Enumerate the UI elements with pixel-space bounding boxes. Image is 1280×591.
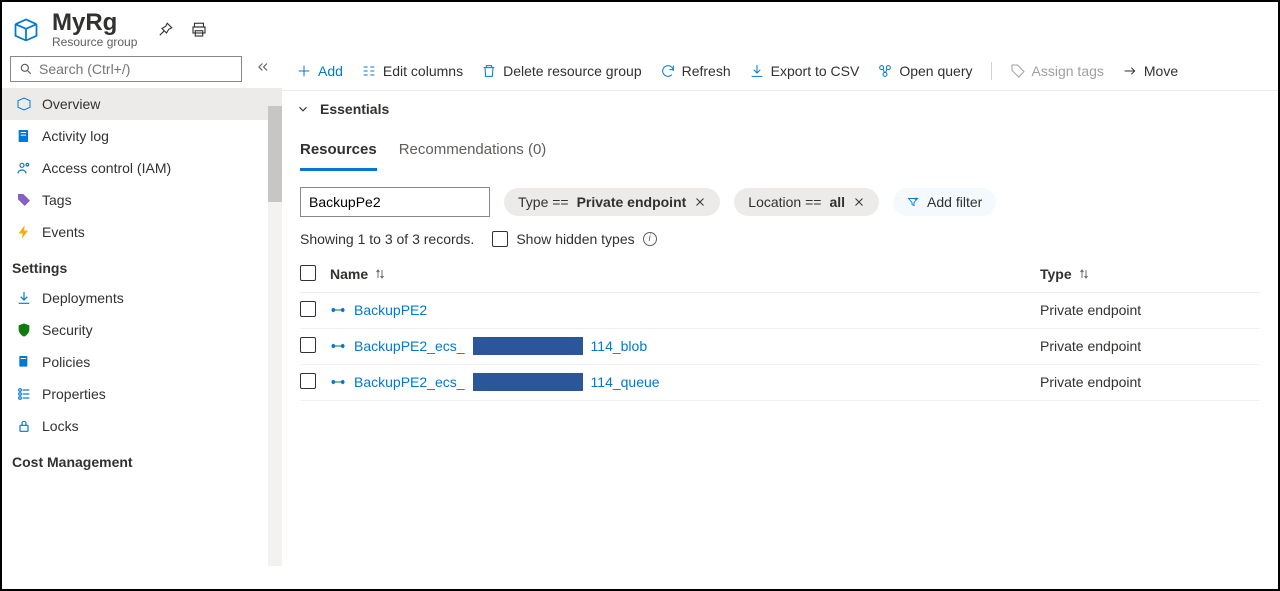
sidebar-item-events[interactable]: Events [2,216,282,248]
records-count: Showing 1 to 3 of 3 records. [300,231,474,247]
properties-icon [16,386,32,402]
sidebar-item-iam[interactable]: Access control (IAM) [2,152,282,184]
shield-icon [16,322,32,338]
row-checkbox[interactable] [300,373,316,389]
print-icon[interactable] [189,20,209,40]
sidebar-section-settings: Settings [2,248,282,282]
resource-group-icon [12,16,40,44]
search-icon [19,62,33,76]
filter-location-pill[interactable]: Location == all [734,188,879,216]
add-button[interactable]: Add [296,63,343,79]
redacted-mask [473,373,583,391]
filter-icon [907,196,919,208]
delete-rg-button[interactable]: Delete resource group [481,63,642,79]
assign-tags-button: Assign tags [1010,63,1104,79]
sidebar-item-activity-log[interactable]: Activity log [2,120,282,152]
add-filter-button[interactable]: Add filter [893,188,996,216]
iam-icon [16,160,32,176]
sidebar-item-deployments[interactable]: Deployments [2,282,282,314]
sidebar-item-security[interactable]: Security [2,314,282,346]
filter-name-input[interactable] [300,187,490,217]
sidebar: Overview Activity log Access control (IA… [2,50,282,589]
sidebar-section-cost: Cost Management [2,442,282,476]
sidebar-search-input[interactable] [39,61,233,77]
row-checkbox[interactable] [300,337,316,353]
events-icon [16,224,32,240]
table-row: BackupPE2_ecs_114_queue Private endpoint [300,365,1260,401]
move-button[interactable]: Move [1122,63,1178,79]
resource-type: Private endpoint [1040,374,1260,390]
export-csv-button[interactable]: Export to CSV [749,63,860,79]
select-all-checkbox[interactable] [300,265,316,281]
sidebar-item-overview[interactable]: Overview [2,88,282,120]
toolbar-separator [991,62,992,80]
sort-icon [1078,268,1090,280]
toolbar: Add Edit columns Delete resource group R… [282,50,1278,91]
sidebar-item-tags[interactable]: Tags [2,184,282,216]
private-endpoint-icon [330,338,346,354]
close-icon[interactable] [694,196,706,208]
show-hidden-checkbox[interactable] [492,231,508,247]
column-header-type[interactable]: Type [1040,266,1260,282]
pin-icon[interactable] [155,20,175,40]
sidebar-item-properties[interactable]: Properties [2,378,282,410]
resource-link[interactable]: BackupPE2_ecs_114_blob [330,337,1040,355]
table-row: BackupPE2 Private endpoint [300,293,1260,329]
sidebar-item-locks[interactable]: Locks [2,410,282,442]
sidebar-item-policies[interactable]: Policies [2,346,282,378]
tab-recommendations[interactable]: Recommendations (0) [399,133,547,171]
sort-icon [374,268,386,280]
lock-icon [16,418,32,434]
tags-icon [16,192,32,208]
tab-resources[interactable]: Resources [300,133,377,171]
private-endpoint-icon [330,302,346,318]
sidebar-scrollbar-thumb[interactable] [268,106,282,202]
refresh-button[interactable]: Refresh [660,63,731,79]
page-title: MyRg [52,10,137,36]
resource-type: Private endpoint [1040,302,1260,318]
page-subtitle: Resource group [52,36,137,49]
policies-icon [16,354,32,370]
column-header-name[interactable]: Name [330,266,1040,282]
edit-columns-button[interactable]: Edit columns [361,63,463,79]
overview-icon [16,96,32,112]
chevron-down-icon [296,102,310,116]
sidebar-search[interactable] [10,56,242,82]
essentials-toggle[interactable]: Essentials [282,91,1278,127]
filter-type-pill[interactable]: Type == Private endpoint [504,188,720,216]
row-checkbox[interactable] [300,301,316,317]
resource-type: Private endpoint [1040,338,1260,354]
close-icon[interactable] [853,196,865,208]
redacted-mask [473,337,583,355]
resource-link[interactable]: BackupPE2 [330,302,1040,318]
open-query-button[interactable]: Open query [877,63,972,79]
tabs: Resources Recommendations (0) [282,127,1278,171]
collapse-sidebar-icon[interactable] [252,56,274,81]
info-icon[interactable]: i [643,232,657,246]
activity-log-icon [16,128,32,144]
resource-link[interactable]: BackupPE2_ecs_114_queue [330,373,1040,391]
table-row: BackupPE2_ecs_114_blob Private endpoint [300,329,1260,365]
deployments-icon [16,290,32,306]
private-endpoint-icon [330,374,346,390]
